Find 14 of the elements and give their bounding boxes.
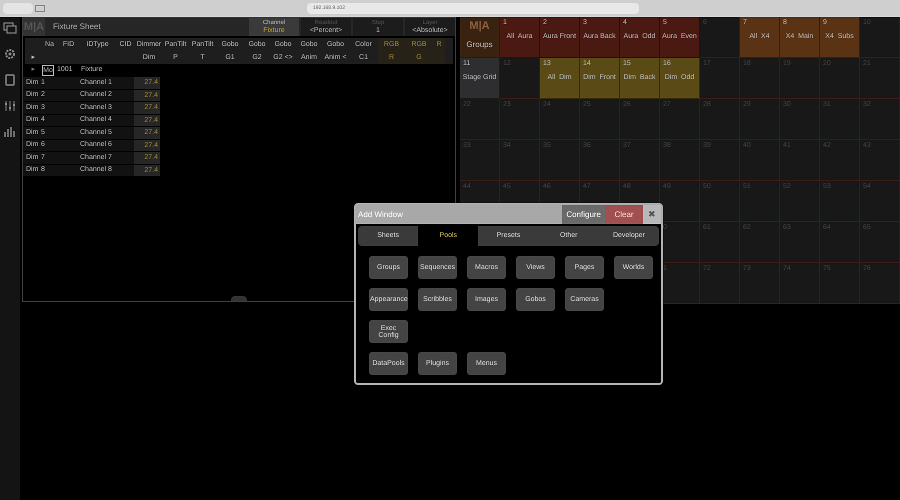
bars-icon[interactable] — [3, 126, 17, 138]
faders-icon[interactable] — [3, 100, 17, 112]
logo: M|A — [469, 19, 490, 34]
square-icon[interactable] — [3, 74, 17, 86]
windows-icon[interactable] — [3, 22, 17, 34]
window-title: Fixture Sheet — [53, 21, 101, 33]
close-button[interactable]: ✖ — [643, 205, 661, 224]
resize-handle[interactable] — [231, 296, 247, 301]
clear-button[interactable]: Clear — [605, 205, 643, 224]
gear-icon[interactable] — [3, 48, 17, 60]
sidebar-toggle-icon[interactable] — [35, 5, 45, 12]
configure-button[interactable]: Configure — [562, 205, 605, 224]
dialog-title: Add Window — [358, 208, 403, 220]
pool-title: Groups — [466, 38, 493, 50]
